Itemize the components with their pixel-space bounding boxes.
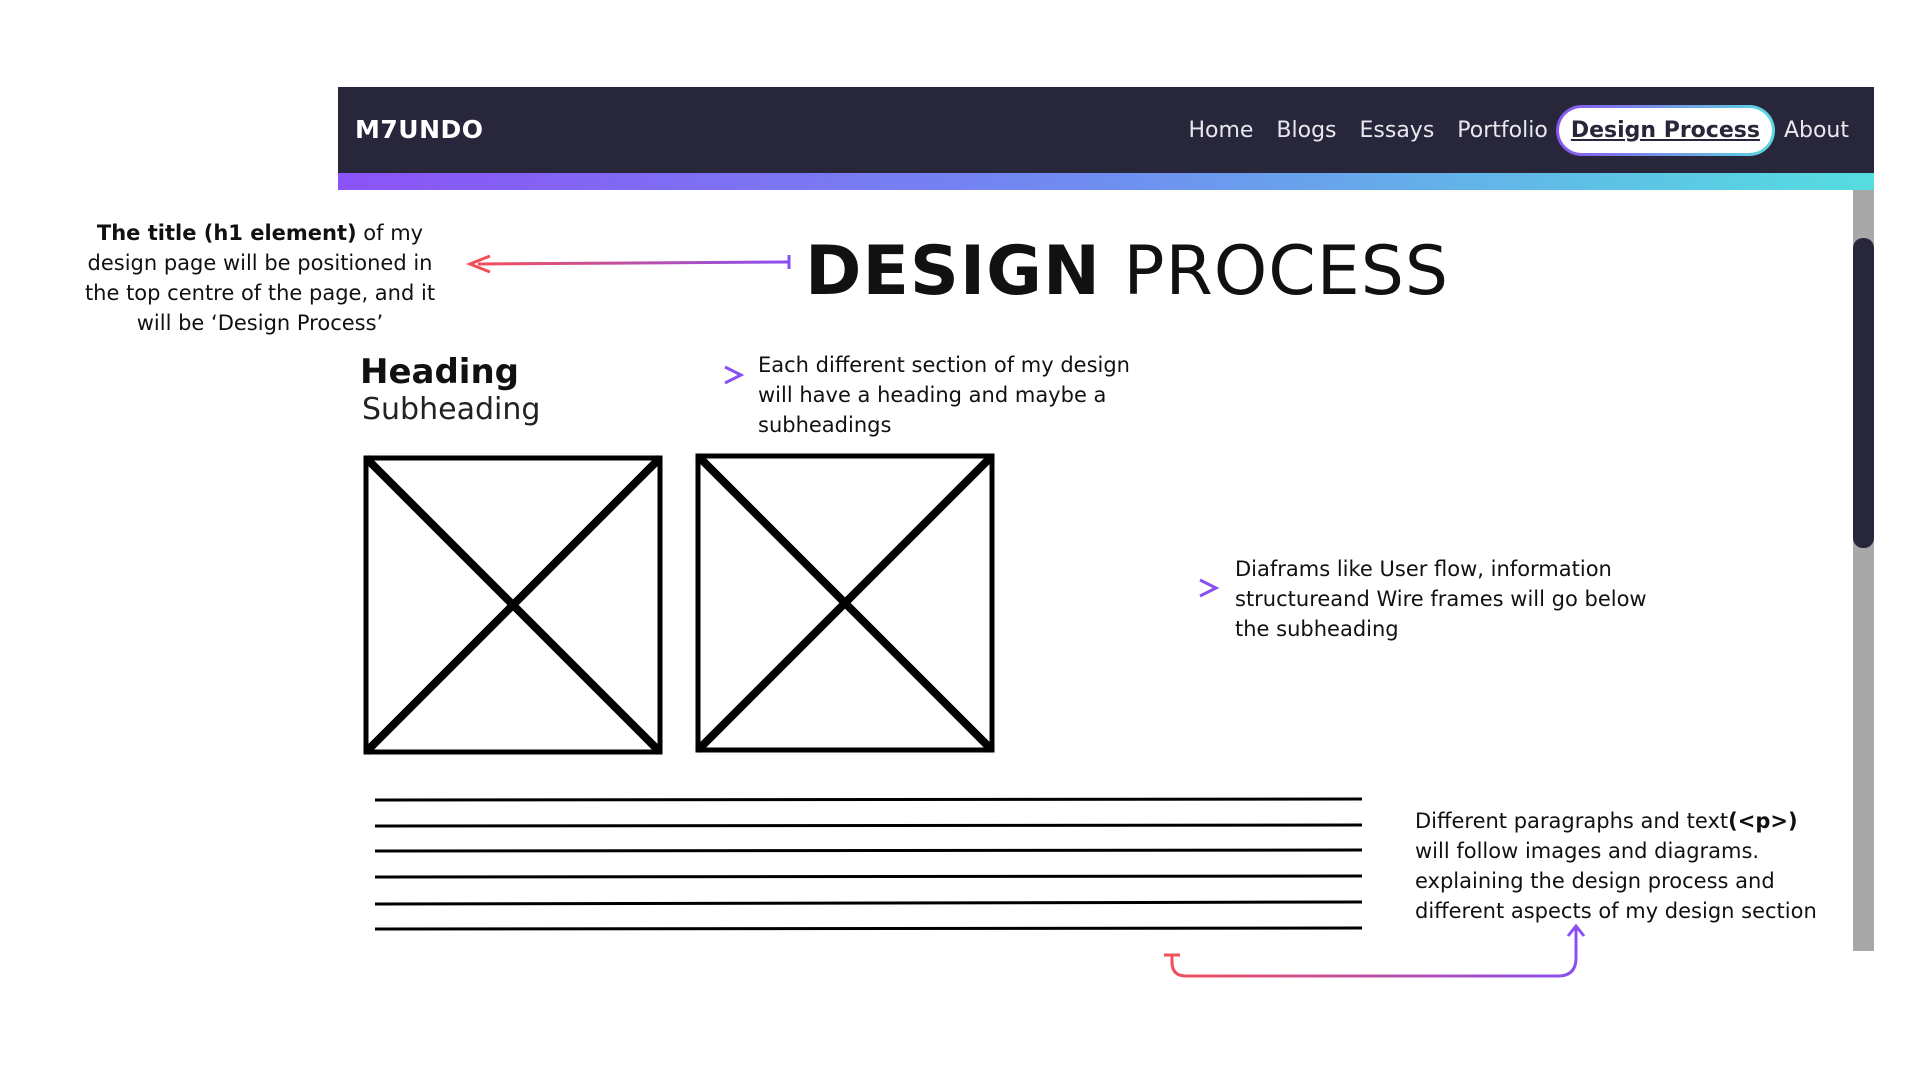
heading-annotation: Each different section of my design will… xyxy=(758,353,1130,437)
paragraph-annotation: Different paragraphs and text(<p>) will … xyxy=(1415,806,1835,926)
paragraph-line xyxy=(374,900,1363,906)
arrow-title xyxy=(465,254,791,274)
arrow-heading xyxy=(525,365,745,385)
arrow-diagram xyxy=(998,578,1220,598)
paragraph-line xyxy=(374,823,1363,828)
paragraph-line xyxy=(374,926,1363,931)
paragraph-annotation-bold: (<p>) xyxy=(1728,809,1798,833)
paragraph-line xyxy=(374,848,1363,853)
paragraph-annotation-before: Different paragraphs and text xyxy=(1415,809,1729,833)
diagram-annotation: Diaframs like User flow, information str… xyxy=(1235,557,1647,641)
title-annotation-bold: The title (h1 element) xyxy=(96,221,357,245)
paragraph-line xyxy=(374,797,1363,802)
title-annotation: The title (h1 element) of my design page… xyxy=(70,218,450,338)
paragraph-line xyxy=(374,874,1363,879)
paragraph-lines xyxy=(374,797,1363,931)
arrow-paragraph xyxy=(1164,923,1586,978)
paragraph-annotation-after: will follow images and diagrams. explain… xyxy=(1415,839,1817,923)
